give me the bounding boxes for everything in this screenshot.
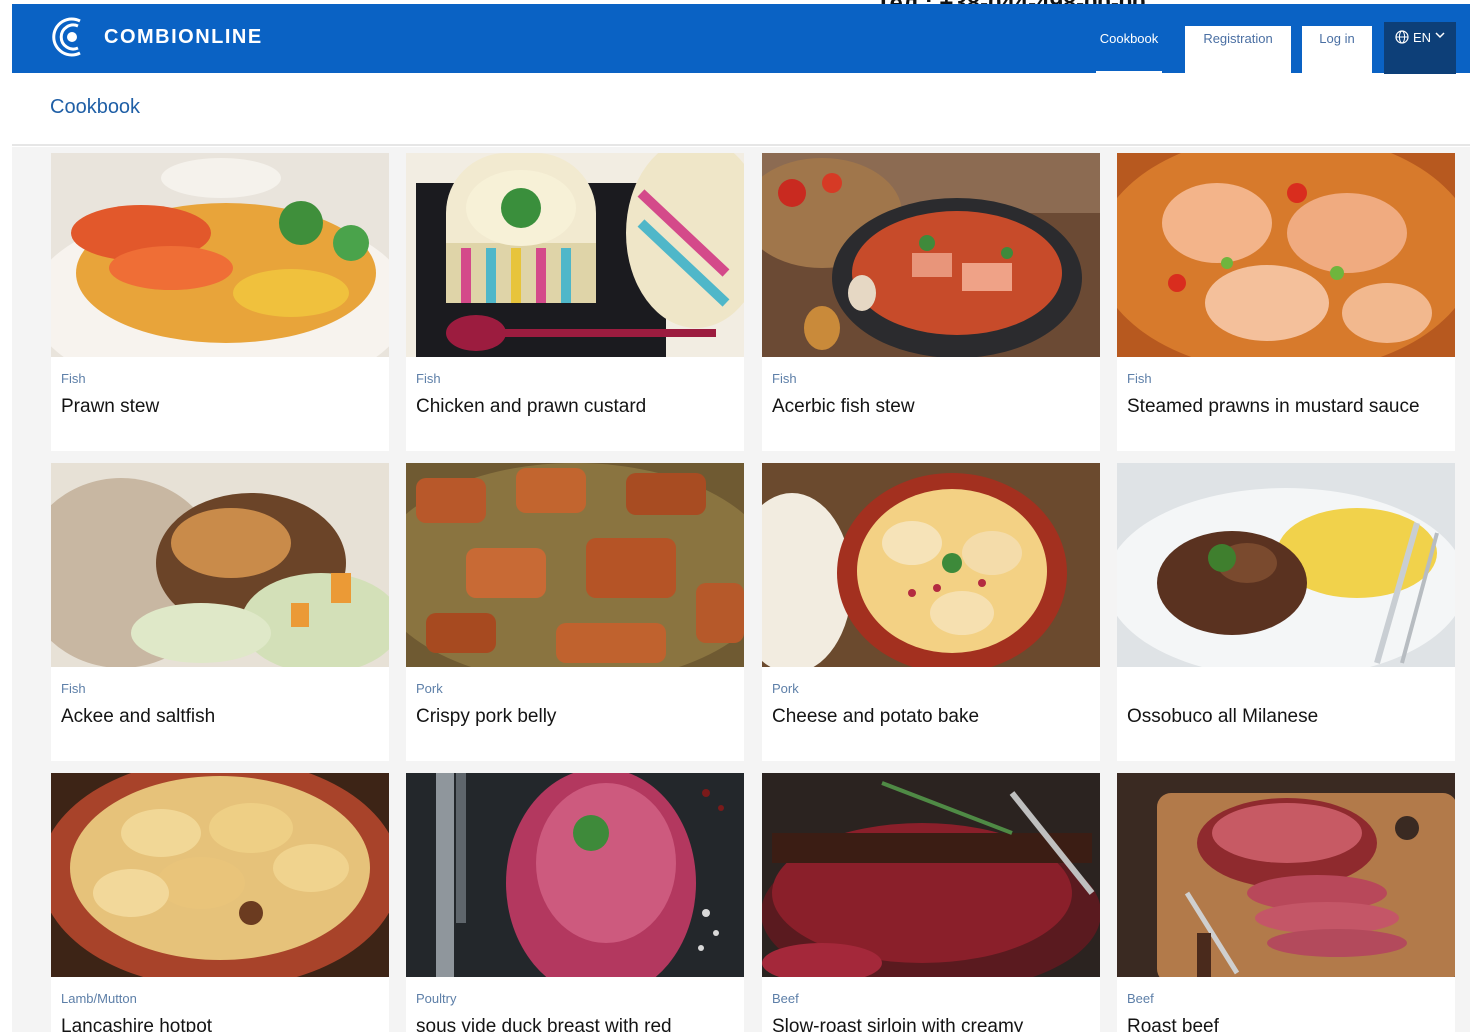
recipe-title[interactable]: sous vide duck breast with red [416,1016,672,1032]
recipe-card[interactable]: Poultry sous vide duck breast with red [406,773,744,1032]
recipe-title[interactable]: Cheese and potato bake [772,706,979,728]
recipe-photo [1117,773,1455,977]
recipe-title[interactable]: Ackee and saltfish [61,706,215,728]
registration-button[interactable]: Registration [1185,26,1291,74]
breadcrumb: Cookbook [12,74,1470,146]
chevron-down-icon [1435,32,1445,39]
login-label: Log in [1319,31,1355,46]
nav-cookbook-label: Cookbook [1099,31,1159,46]
recipe-title[interactable]: Roast beef [1127,1016,1219,1032]
recipe-category: Poultry [416,991,457,1006]
recipe-title[interactable]: Slow-roast sirloin with creamy [772,1016,1023,1032]
recipe-photo [406,153,744,357]
recipe-photo [762,463,1100,667]
recipe-title[interactable]: Lancashire hotpot [61,1016,212,1032]
recipe-title[interactable]: Acerbic fish stew [772,396,915,418]
recipe-category: Beef [772,991,799,1006]
recipe-category: Beef [1127,991,1154,1006]
recipe-category: Pork [416,681,443,696]
recipe-card[interactable]: Fish Acerbic fish stew [762,153,1100,451]
recipe-title[interactable]: Chicken and prawn custard [416,396,646,418]
recipe-title[interactable]: Prawn stew [61,396,159,418]
recipe-card[interactable]: Fish Chicken and prawn custard [406,153,744,451]
recipe-category: Fish [772,371,797,386]
recipe-category: Fish [61,681,86,696]
recipe-card[interactable]: Pork Cheese and potato bake [762,463,1100,761]
recipe-card[interactable]: Fish Steamed prawns in mustard sauce [1117,153,1455,451]
recipe-title[interactable]: Crispy pork belly [416,706,556,728]
recipe-card[interactable]: Beef Roast beef [1117,773,1455,1032]
recipe-category: Fish [61,371,86,386]
language-selector[interactable]: EN [1384,22,1456,74]
page-title: Cookbook [50,96,141,118]
recipe-photo [1117,463,1455,667]
recipe-card[interactable]: Fish Prawn stew [51,153,389,451]
recipe-photo [406,773,744,977]
recipe-photo [51,773,389,977]
nav-cookbook[interactable]: Cookbook [1088,26,1170,74]
recipe-category: Fish [1127,371,1152,386]
recipe-photo [762,773,1100,977]
globe-icon [1395,30,1409,44]
recipe-card[interactable]: Beef Slow-roast sirloin with creamy [762,773,1100,1032]
recipe-category: Lamb/Mutton [61,991,137,1006]
logo[interactable]: COMBIONLINE [50,12,263,62]
recipe-photo [51,463,389,667]
recipe-card[interactable]: Fish Ackee and saltfish [51,463,389,761]
recipe-card[interactable]: Ossobuco all Milanese [1117,463,1455,761]
brand-name: COMBIONLINE [104,25,263,48]
recipe-category: Pork [772,681,799,696]
recipe-photo [1117,153,1455,357]
recipe-title[interactable]: Ossobuco all Milanese [1127,706,1318,728]
recipe-title[interactable]: Steamed prawns in mustard sauce [1127,396,1420,418]
recipe-photo [762,153,1100,357]
recipe-grid: Fish Prawn stew Fish Chicken and prawn c… [12,147,1470,1032]
language-label: EN [1412,30,1432,45]
logo-mark-icon [52,17,81,57]
recipe-photo [406,463,744,667]
recipe-card[interactable]: Lamb/Mutton Lancashire hotpot [51,773,389,1032]
recipe-photo [51,153,389,357]
recipe-category: Fish [416,371,441,386]
login-button[interactable]: Log in [1302,26,1372,74]
registration-label: Registration [1203,31,1273,46]
recipe-card[interactable]: Pork Crispy pork belly [406,463,744,761]
